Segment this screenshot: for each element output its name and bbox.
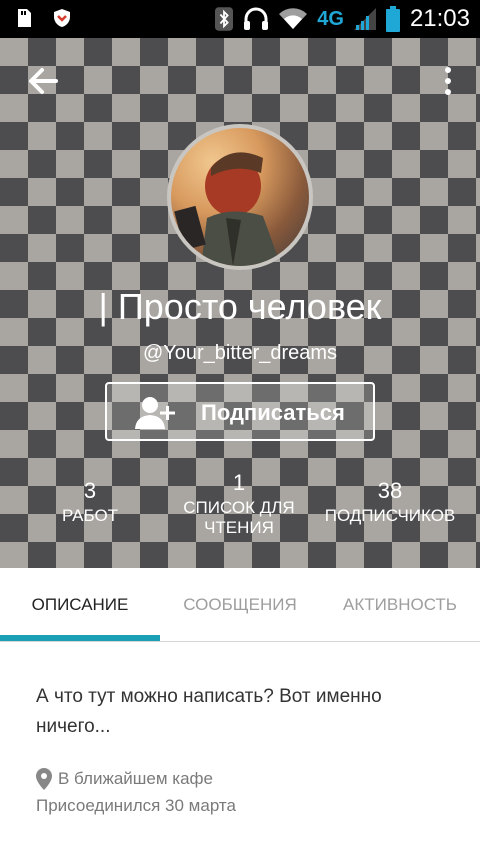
tab-messages[interactable]: СООБЩЕНИЯ (160, 568, 320, 642)
stat-followers-label: ПОДПИСЧИКОВ (324, 506, 456, 525)
stat-followers[interactable]: 38 ПОДПИСЧИКОВ (315, 478, 465, 526)
network-type: 4G (317, 7, 344, 30)
status-bar: 4G 21:03 (0, 0, 480, 38)
status-time: 21:03 (409, 5, 470, 32)
tab-activity[interactable]: АКТИВНОСТЬ (320, 568, 480, 642)
location-text: В ближайшем кафе (58, 769, 213, 788)
headset-icon (244, 7, 269, 30)
profile-stats: 3 РАБОТ 1 СПИСОК ДЛЯ ЧТЕНИЯ 38 ПОДПИСЧИК… (0, 470, 480, 558)
stat-followers-value: 38 (377, 478, 403, 503)
about-section: А что тут можно написать? Вот именно нич… (0, 642, 480, 854)
display-name: | Просто человек (98, 286, 382, 327)
profile-header: | Просто человек @Your_bitter_dreams Под… (0, 38, 480, 568)
stat-works-value: 3 (83, 478, 97, 503)
avatar[interactable] (167, 124, 313, 270)
sd-card-icon (18, 9, 31, 27)
bluetooth-icon (215, 7, 234, 31)
wifi-icon (279, 8, 308, 30)
location-row: В ближайшем кафе (36, 768, 213, 790)
profile-tabs: ОПИСАНИЕ СООБЩЕНИЯ АКТИВНОСТЬ (0, 568, 480, 642)
active-tab-indicator (0, 635, 160, 641)
stat-works[interactable]: 3 РАБОТ (15, 478, 165, 526)
username: @Your_bitter_dreams (142, 342, 338, 364)
back-arrow-icon[interactable] (26, 64, 60, 98)
shield-icon (54, 9, 70, 27)
stat-reading-lists[interactable]: 1 СПИСОК ДЛЯ ЧТЕНИЯ (164, 470, 314, 538)
more-vert-icon[interactable] (442, 66, 454, 96)
location-pin-icon (36, 768, 52, 790)
add-user-icon (135, 397, 175, 429)
stat-works-label: РАБОТ (61, 506, 119, 525)
follow-button[interactable]: Подписаться (105, 382, 375, 441)
stat-reading-lists-value: 1 (232, 470, 246, 495)
avatar-illustration (174, 152, 281, 266)
joined-date: Присоединился 30 марта (36, 796, 236, 815)
battery-icon (385, 6, 400, 32)
follow-button-label: Подписаться (201, 400, 345, 425)
signal-icon (353, 8, 376, 30)
bio-text: А что тут можно написать? Вот именно нич… (36, 686, 382, 737)
stat-reading-lists-label: СПИСОК ДЛЯ ЧТЕНИЯ (183, 498, 295, 537)
tab-about[interactable]: ОПИСАНИЕ (0, 568, 160, 642)
